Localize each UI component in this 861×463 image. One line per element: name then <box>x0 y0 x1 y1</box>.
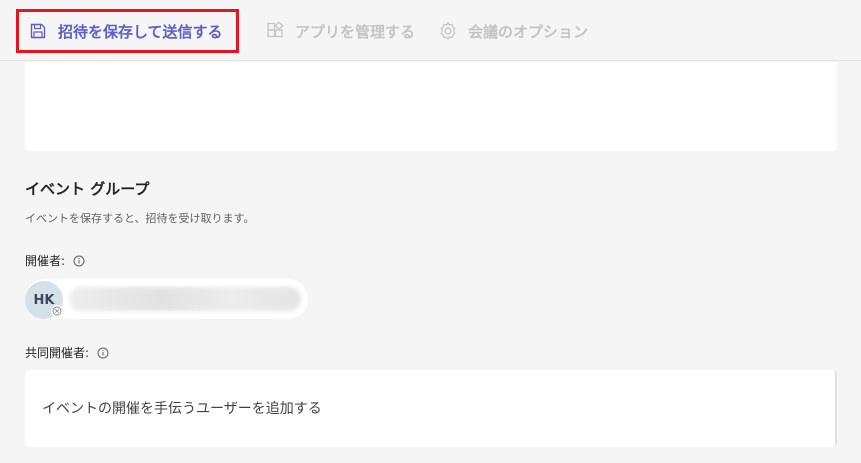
coorganizer-placeholder: イベントの開催を手伝うユーザーを追加する <box>42 401 322 417</box>
coorganizer-input[interactable]: イベントの開催を手伝うユーザーを追加する <box>25 370 837 447</box>
coorganizer-label: 共同開催者: <box>25 346 90 360</box>
coorganizer-label-row: 共同開催者: <box>25 344 109 361</box>
organizer-label-row: 開催者: <box>25 252 85 269</box>
info-icon[interactable] <box>73 255 85 267</box>
toolbar: 招待を保存して送信する アプリを管理する 会議のオプション <box>0 0 861 61</box>
organizer-label: 開催者: <box>25 254 66 268</box>
organizer-name-redacted <box>69 287 301 311</box>
manage-apps-button[interactable]: アプリを管理する <box>265 9 415 53</box>
apps-icon <box>265 21 285 41</box>
save-and-send-label: 招待を保存して送信する <box>58 22 223 41</box>
event-group-description: イベントを保存すると、招待を受け取ります。 <box>25 212 255 225</box>
gear-icon <box>438 21 458 41</box>
meeting-options-button[interactable]: 会議のオプション <box>438 9 588 53</box>
details-card <box>25 62 837 151</box>
info-icon[interactable] <box>97 347 109 359</box>
meeting-options-label: 会議のオプション <box>468 22 589 41</box>
organizer-chip[interactable]: HK <box>25 279 308 319</box>
manage-apps-label: アプリを管理する <box>295 22 416 41</box>
save-and-send-button[interactable]: 招待を保存して送信する <box>16 9 239 53</box>
presence-offline-icon <box>51 305 63 317</box>
save-icon <box>28 21 48 41</box>
event-group-title: イベント グループ <box>25 180 150 198</box>
